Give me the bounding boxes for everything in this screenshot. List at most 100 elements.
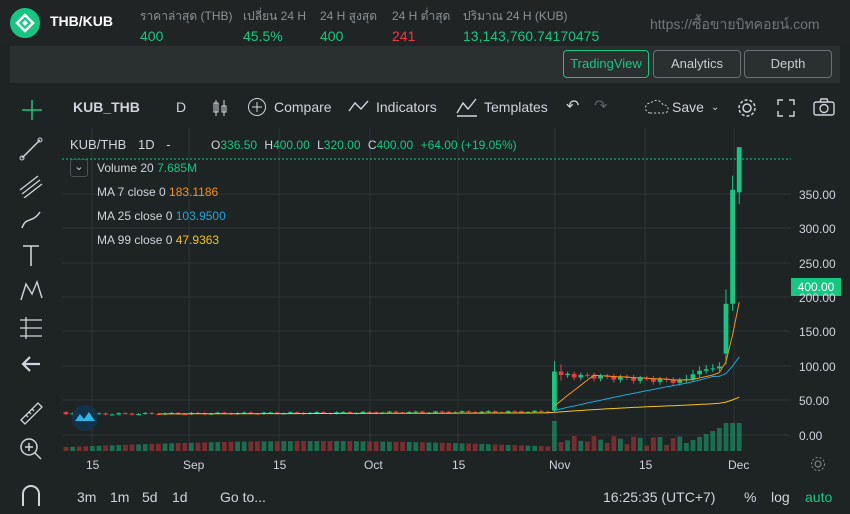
tab-depth[interactable]: Depth: [744, 50, 832, 78]
time-axis[interactable]: 15 Sep 15 Oct 15 Nov 15 Dec: [62, 451, 791, 477]
redo-icon[interactable]: ↷: [594, 96, 607, 116]
volume-bar: [723, 423, 729, 451]
compare-button[interactable]: Compare: [274, 99, 332, 115]
interval-button[interactable]: D: [176, 99, 186, 115]
stat-low-24h: 24 H ต่ำสุด 241: [392, 9, 451, 44]
volume-bar: [189, 442, 194, 451]
legend-volume: Volume 20 7.685M: [97, 161, 198, 175]
volume-bar: [426, 442, 432, 451]
volume-bar: [459, 443, 465, 451]
chart-toolbar: KUB_THB D Compare Indicators Templates ↶…: [0, 92, 850, 124]
undo-icon[interactable]: ↶: [566, 96, 579, 116]
trend-line-icon[interactable]: [16, 134, 46, 162]
percent-scale-toggle[interactable]: %: [744, 489, 756, 505]
volume-bar: [393, 441, 399, 451]
volume-bar: [288, 441, 293, 451]
symbol-search[interactable]: KUB_THB: [73, 99, 140, 115]
templates-icon[interactable]: [456, 97, 478, 117]
brush-icon[interactable]: [16, 206, 46, 234]
settings-gear-icon[interactable]: [736, 97, 758, 119]
price-chart[interactable]: [62, 128, 791, 451]
range-1d[interactable]: 1d: [172, 489, 188, 505]
volume-bar: [228, 441, 234, 451]
candle-body: [103, 413, 108, 415]
clock-timezone[interactable]: 16:25:35 (UTC+7): [603, 489, 715, 505]
volume-bar: [373, 441, 379, 451]
candle-body: [136, 413, 141, 415]
candle-body: [512, 411, 518, 413]
candle-body: [486, 411, 491, 413]
range-3m[interactable]: 3m: [77, 489, 96, 505]
fib-tool-icon[interactable]: [16, 170, 46, 198]
log-scale-toggle[interactable]: log: [771, 489, 790, 505]
compare-icon[interactable]: [247, 97, 267, 117]
price-label: 300.00: [799, 222, 836, 236]
volume-bar: [281, 441, 287, 451]
collapse-legend-chevron-icon[interactable]: ⌄: [70, 159, 88, 177]
time-label: 15: [273, 458, 287, 472]
candle-body: [393, 411, 399, 413]
candle-body: [387, 411, 392, 413]
range-5d[interactable]: 5d: [142, 489, 158, 505]
candle-body: [63, 412, 69, 415]
price-axis[interactable]: 400.00 350.00 300.00 250.00 200.00 150.0…: [791, 128, 850, 451]
tab-tradingview[interactable]: TradingView: [563, 50, 649, 78]
save-button[interactable]: Save: [672, 99, 704, 115]
axis-settings-icon[interactable]: [810, 456, 826, 472]
candle-body: [538, 410, 544, 412]
view-tabs: TradingView Analytics Depth: [10, 46, 840, 83]
templates-button[interactable]: Templates: [484, 99, 548, 115]
volume-bar: [215, 442, 221, 451]
volume-bar: [334, 441, 339, 451]
fullscreen-icon[interactable]: [776, 98, 796, 118]
candlestick-chart[interactable]: [62, 128, 791, 451]
candle-body: [321, 412, 326, 414]
indicators-icon[interactable]: [348, 99, 370, 115]
candle-body: [677, 380, 683, 383]
candle-body: [565, 373, 570, 376]
indicators-button[interactable]: Indicators: [376, 99, 437, 115]
volume-bar: [307, 441, 313, 451]
volume-bar: [202, 442, 207, 451]
candle-body: [710, 368, 716, 370]
ruler-icon[interactable]: [16, 398, 46, 426]
range-1m[interactable]: 1m: [110, 489, 129, 505]
candle-body: [657, 378, 663, 382]
volume-bar: [717, 428, 722, 451]
text-tool-icon[interactable]: [16, 242, 46, 270]
goto-date-button[interactable]: Go to...: [220, 489, 266, 505]
candles-icon[interactable]: [211, 98, 229, 118]
volume-bar: [274, 441, 280, 451]
stat-volume-24h: ปริมาณ 24 H (KUB) 13,143,760.74170475: [463, 9, 600, 44]
candle-body: [149, 412, 155, 414]
volume-bar: [453, 443, 458, 451]
auto-scale-toggle[interactable]: auto: [805, 489, 832, 505]
pattern-tool-icon[interactable]: [16, 278, 46, 306]
cloud-icon: [644, 99, 669, 114]
volume-bar: [321, 441, 326, 451]
save-menu-chevron-icon[interactable]: ⌄: [711, 102, 719, 113]
volume-bar: [433, 442, 438, 451]
candle-body: [519, 411, 524, 413]
candle-body: [736, 147, 742, 193]
volume-bar: [479, 444, 485, 451]
volume-bar: [446, 443, 452, 451]
volume-bar: [439, 442, 445, 451]
candle-body: [637, 377, 643, 381]
volume-bar: [703, 434, 709, 451]
volume-bar: [149, 443, 155, 451]
ohlc-readout: O336.50 H400.00 L320.00 C400.00 +64.00 (…: [211, 138, 517, 152]
zoom-in-icon[interactable]: [16, 434, 46, 462]
back-arrow-icon[interactable]: [16, 350, 46, 378]
time-label: Nov: [549, 458, 571, 472]
candle-body: [420, 411, 425, 413]
volume-bar: [558, 442, 564, 451]
volume-bar: [472, 443, 478, 451]
screenshot-camera-icon[interactable]: [813, 98, 835, 116]
bottom-toolbar: 3m 1m 5d 1d Go to... 16:25:35 (UTC+7) % …: [0, 477, 850, 514]
volume-bar: [697, 437, 702, 451]
prediction-tool-icon[interactable]: [16, 314, 46, 342]
volume-bar: [294, 441, 300, 451]
candle-body: [578, 374, 584, 378]
tab-analytics[interactable]: Analytics: [653, 50, 741, 78]
